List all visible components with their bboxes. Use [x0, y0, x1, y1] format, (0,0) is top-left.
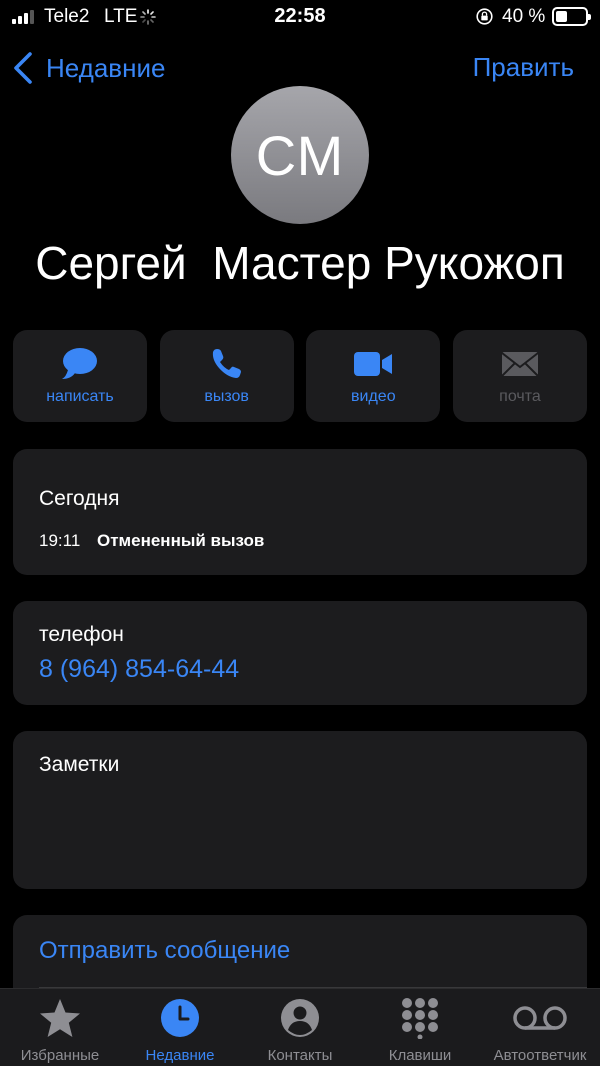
- voicemail-icon: [513, 1006, 567, 1030]
- phone-number-link[interactable]: 8 (964) 854-64-44: [39, 655, 239, 684]
- message-bubble-icon: [62, 348, 97, 379]
- chevron-left-icon: [14, 52, 32, 84]
- tab-recents-label: Недавние: [145, 1047, 215, 1064]
- video-button-label: видео: [351, 388, 396, 405]
- call-button[interactable]: вызов: [159, 330, 294, 422]
- tab-voicemail[interactable]: Автоответчик: [480, 989, 600, 1066]
- avatar: СМ: [231, 86, 369, 224]
- tab-recents[interactable]: Недавние: [120, 989, 240, 1066]
- tab-contacts-label: Контакты: [267, 1047, 333, 1064]
- phone-card[interactable]: телефон 8 (964) 854-64-44: [13, 601, 587, 705]
- clock-icon: [161, 999, 199, 1037]
- phone-icon: [212, 349, 241, 378]
- notes-label: Заметки: [39, 753, 120, 776]
- mail-button[interactable]: почта: [452, 330, 587, 422]
- person-circle-icon: [281, 999, 319, 1037]
- notes-card[interactable]: Заметки: [13, 731, 587, 889]
- phone-label: телефон: [39, 623, 124, 646]
- video-camera-icon: [354, 352, 393, 376]
- mail-button-label: почта: [499, 388, 541, 405]
- battery-percent: 40 %: [502, 6, 546, 27]
- edit-button[interactable]: Править: [473, 52, 574, 83]
- tab-bar: Избранные Недавние Контакты Клавиши Авто…: [0, 988, 600, 1066]
- video-button[interactable]: видео: [306, 330, 441, 422]
- orientation-lock-icon: [476, 8, 493, 25]
- history-day: Сегодня: [39, 487, 120, 510]
- tab-favorites[interactable]: Избранные: [0, 989, 120, 1066]
- back-button[interactable]: Недавние: [12, 50, 165, 86]
- battery-icon: [552, 7, 591, 26]
- keypad-icon: [402, 998, 438, 1039]
- call-history-card: Сегодня 19:11 Отмененный вызов: [13, 449, 587, 575]
- star-icon: [40, 999, 80, 1037]
- contact-name: Сергей Мастер Рукожоп: [35, 237, 565, 289]
- tab-contacts[interactable]: Контакты: [240, 989, 360, 1066]
- message-button[interactable]: написать: [13, 330, 147, 422]
- send-message-link[interactable]: Отправить сообщение: [39, 937, 290, 965]
- history-status: Отмененный вызов: [97, 531, 265, 550]
- envelope-icon: [501, 352, 539, 377]
- status-bar: Tele2 LTE 22:58 40 %: [0, 0, 600, 34]
- tab-voicemail-label: Автоответчик: [493, 1047, 587, 1064]
- action-buttons: написать вызов видео почта: [13, 330, 587, 422]
- history-time: 19:11: [39, 531, 81, 550]
- back-button-label: Недавние: [46, 52, 166, 83]
- message-button-label: написать: [46, 388, 114, 405]
- tab-keypad[interactable]: Клавиши: [360, 989, 480, 1066]
- tab-favorites-label: Избранные: [20, 1047, 100, 1064]
- tab-keypad-label: Клавиши: [388, 1047, 452, 1064]
- call-button-label: вызов: [204, 388, 249, 405]
